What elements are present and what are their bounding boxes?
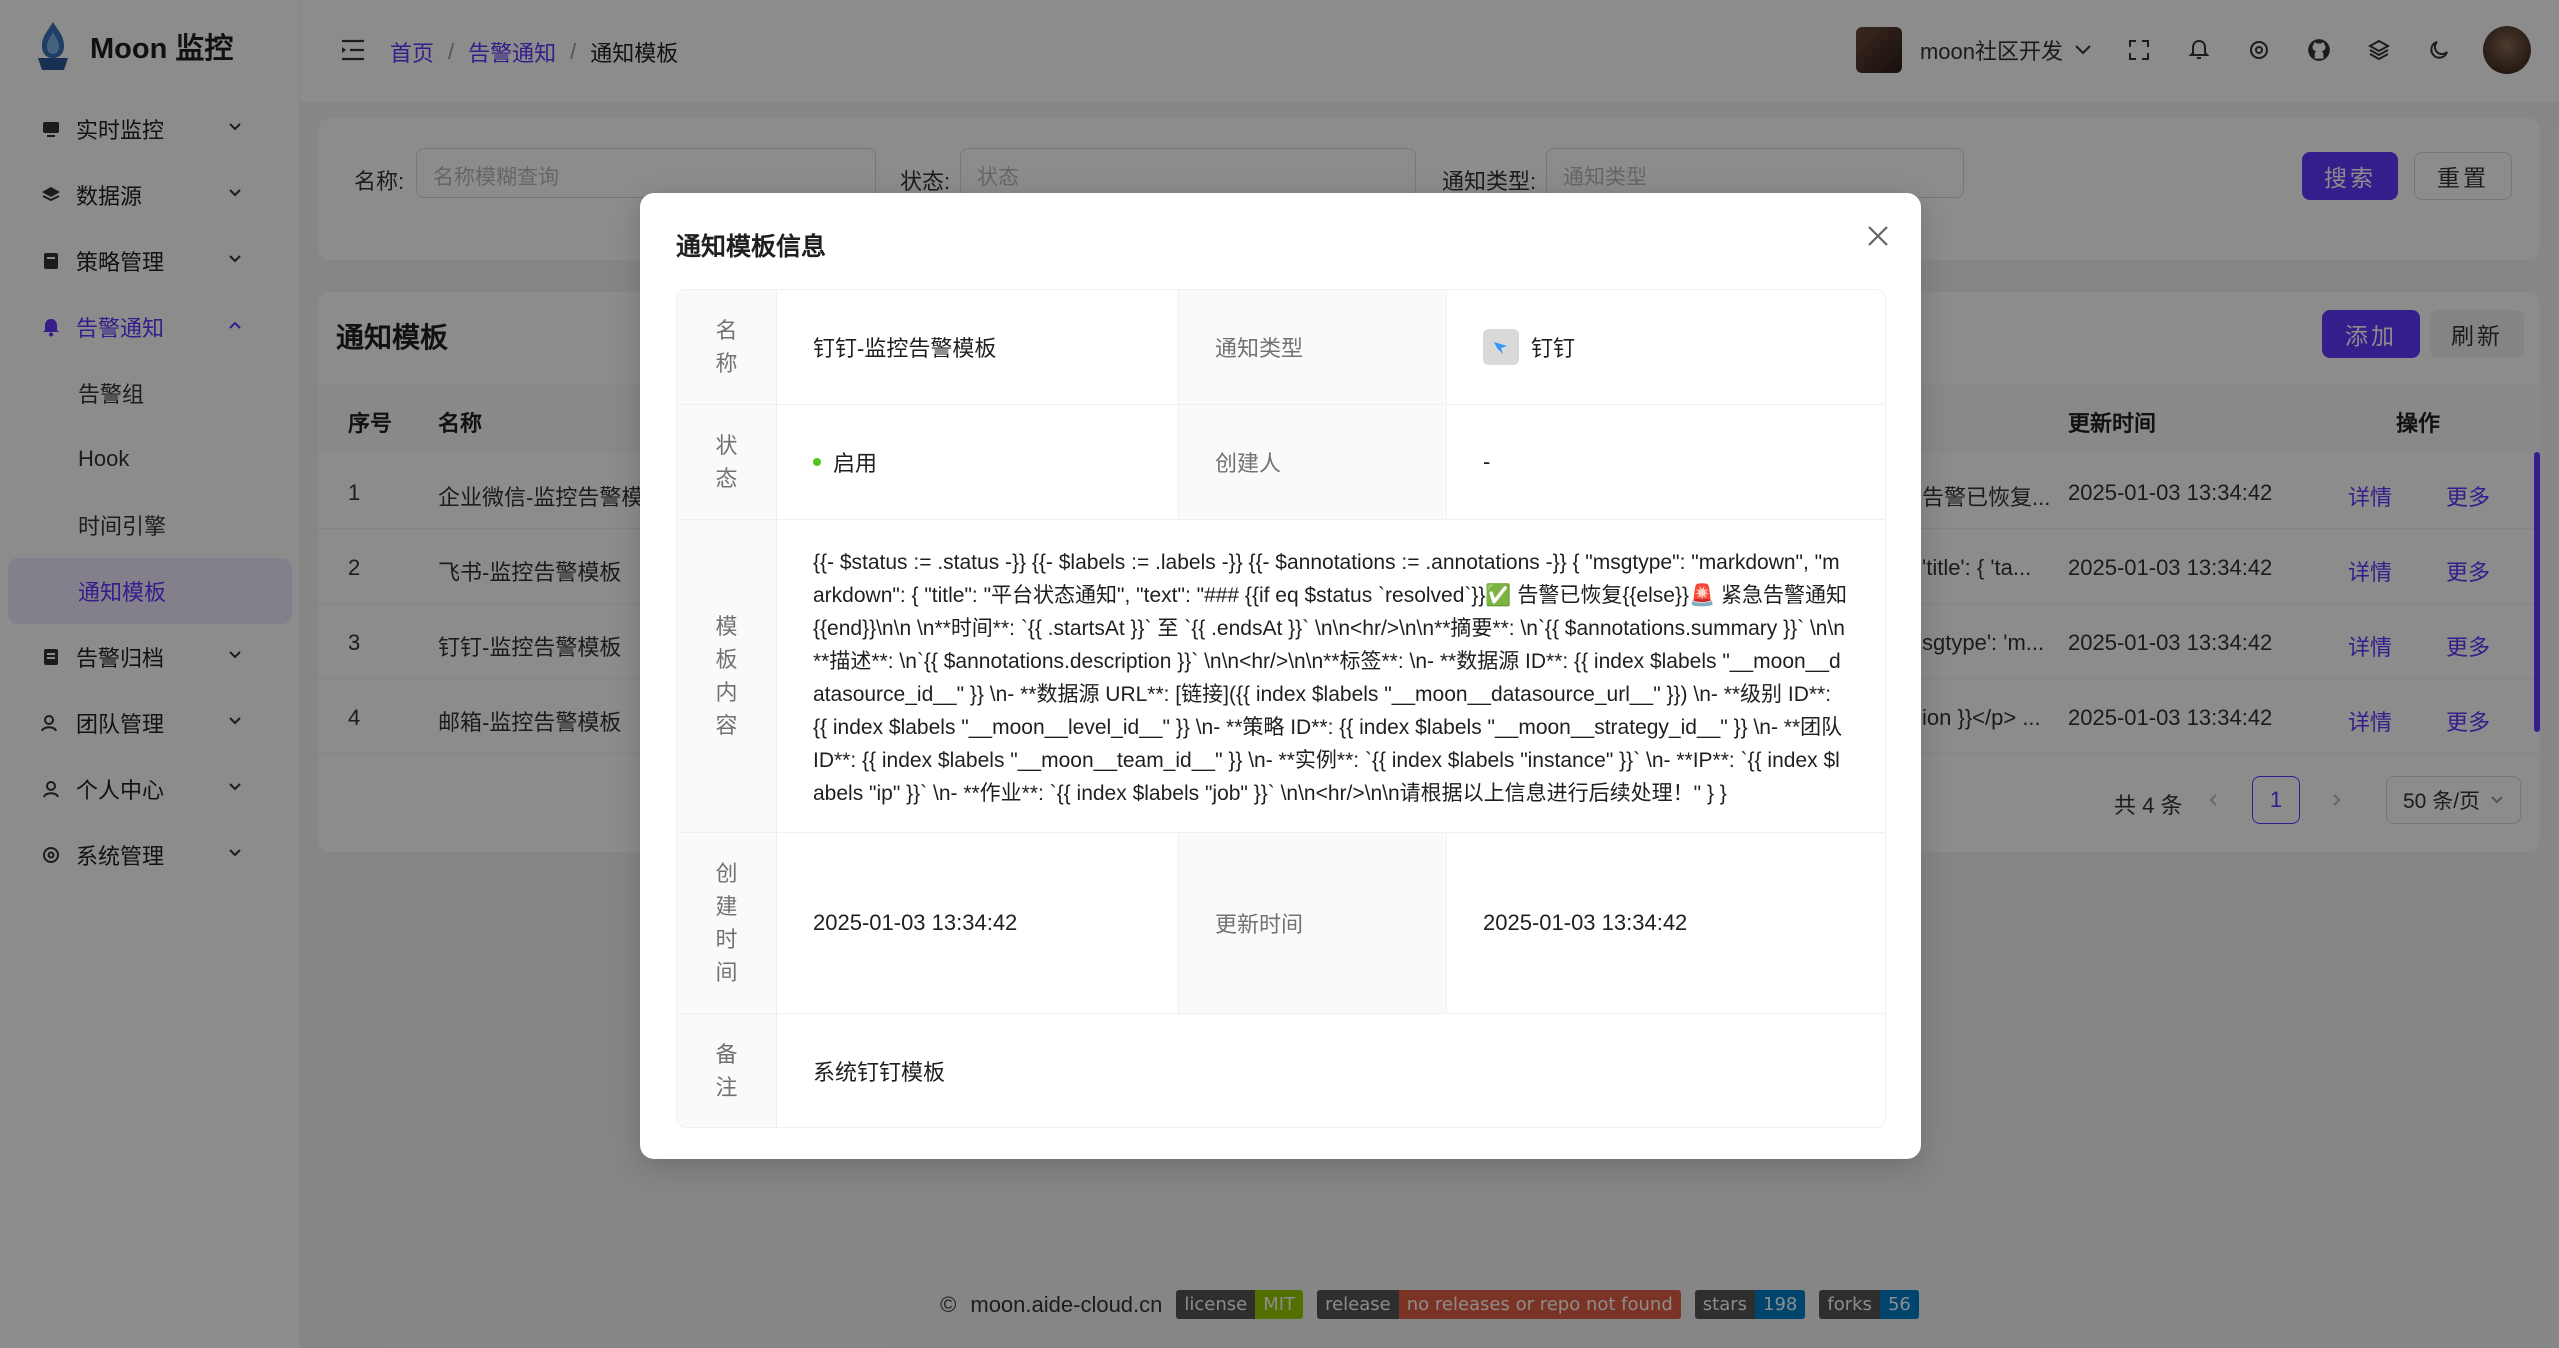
desc-row-name: 名称 钉钉-监控告警模板 通知类型 钉钉 <box>677 290 1885 405</box>
template-content: {{- $status := .status -}} {{- $labels :… <box>813 551 1847 805</box>
content-label: 模板内容 <box>677 520 777 832</box>
template-descriptions: 名称 钉钉-监控告警模板 通知类型 钉钉 状态 启用 创建人 - 模板内容 {{… <box>676 289 1886 1128</box>
created-value: 2025-01-03 13:34:42 <box>777 833 1179 1013</box>
status-value: 启用 <box>833 451 878 476</box>
status-value-cell: 启用 <box>777 405 1179 519</box>
name-value: 钉钉-监控告警模板 <box>777 290 1179 404</box>
type-value: 钉钉 <box>1531 336 1576 361</box>
remark-value: 系统钉钉模板 <box>813 1059 946 1085</box>
status-dot <box>813 458 821 466</box>
remark-label: 备注 <box>677 1014 777 1127</box>
updated-value: 2025-01-03 13:34:42 <box>1483 910 1688 935</box>
desc-row-content: 模板内容 {{- $status := .status -}} {{- $lab… <box>677 520 1885 833</box>
status-label: 状态 <box>677 405 777 519</box>
template-detail-modal: 通知模板信息 名称 钉钉-监控告警模板 通知类型 钉钉 状态 启用 创建人 - … <box>640 193 1921 1159</box>
desc-row-time: 创建时间 2025-01-03 13:34:42 更新时间 2025-01-03… <box>677 833 1885 1014</box>
updated-label: 更新时间 <box>1179 833 1447 1013</box>
name-label: 名称 <box>677 290 777 404</box>
desc-row-status: 状态 启用 创建人 - <box>677 405 1885 520</box>
type-value-cell: 钉钉 <box>1447 290 1885 404</box>
creator-value: - <box>1483 449 1491 474</box>
creator-label: 创建人 <box>1179 405 1447 519</box>
desc-row-remark: 备注 系统钉钉模板 <box>677 1014 1885 1127</box>
close-icon[interactable] <box>1865 223 1891 249</box>
dingtalk-icon <box>1483 329 1519 365</box>
modal-title: 通知模板信息 <box>676 233 827 261</box>
type-label: 通知类型 <box>1179 290 1447 404</box>
created-label: 创建时间 <box>677 833 777 1013</box>
